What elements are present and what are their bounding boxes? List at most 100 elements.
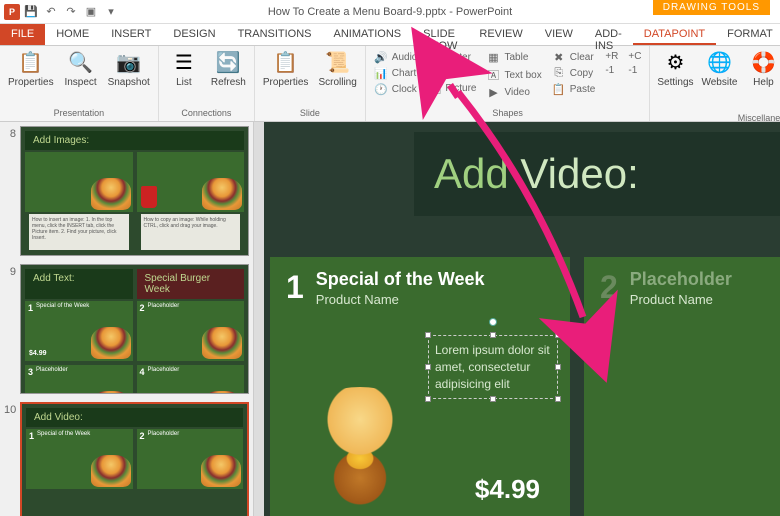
save-icon[interactable]: 💾 [22, 3, 40, 21]
refresh-button[interactable]: 🔄Refresh [207, 48, 250, 90]
tab-slideshow[interactable]: SLIDE SHOW [412, 24, 468, 45]
clear-icon: ✖ [552, 51, 566, 64]
add-col-button[interactable]: +C [624, 50, 645, 63]
meter-button[interactable]: ◔Meter [423, 50, 480, 64]
thumbnail-10[interactable]: 10 Add Video: 1Special of the Week 2Plac… [4, 402, 249, 516]
list-icon: ☰ [175, 50, 193, 75]
table-button[interactable]: ▦Table [483, 50, 546, 65]
meter-icon: ◔ [427, 51, 441, 63]
slide-thumbnails: 8 Add Images: How to insert an image: 1.… [0, 122, 254, 516]
table-icon: ▦ [487, 51, 501, 64]
minus-one-button[interactable]: -1 [601, 64, 622, 77]
tab-animations[interactable]: ANIMATIONS [323, 24, 413, 45]
video-button[interactable]: ▶Video [483, 85, 546, 100]
ribbon-tabs: FILE HOME INSERT DESIGN TRANSITIONS ANIM… [0, 24, 780, 46]
thumb-number: 10 [4, 402, 16, 516]
website-button[interactable]: 🌐Website [698, 48, 740, 90]
clear-button[interactable]: ✖Clear [548, 50, 600, 65]
picture-button[interactable]: 🖼Picture [423, 81, 480, 96]
thumbnail-9[interactable]: 9 Add Text:Special Burger Week 1Special … [4, 264, 249, 394]
audio-button[interactable]: 🔊Audio [370, 50, 422, 65]
inspect-icon: 🔍 [68, 50, 93, 75]
resize-handle[interactable] [555, 396, 561, 402]
slideshow-icon[interactable]: ▣ [82, 3, 100, 21]
paste-icon: 📋 [552, 83, 566, 96]
rotate-handle[interactable] [489, 318, 497, 326]
tab-datapoint[interactable]: DATAPOINT [633, 24, 716, 45]
qat-more-icon[interactable]: ▾ [102, 3, 120, 21]
card-number: 1 [286, 269, 304, 306]
undo-icon[interactable]: ↶ [42, 3, 60, 21]
inspect-button[interactable]: 🔍Inspect [60, 48, 102, 90]
clock-button[interactable]: 🕐Clock [370, 82, 422, 97]
thumb-title: Add Images: [25, 131, 244, 150]
chart-button[interactable]: 📊Chart [370, 66, 422, 81]
slide-properties-button[interactable]: 📋Properties [259, 48, 313, 90]
slide-title[interactable]: Add Video: [414, 132, 780, 216]
resize-handle[interactable] [490, 332, 496, 338]
ribbon: 📋Properties 🔍Inspect 📷Snapshot Presentat… [0, 46, 780, 122]
add-row-button[interactable]: +R [601, 50, 622, 63]
tab-design[interactable]: DESIGN [162, 24, 226, 45]
selected-textbox[interactable]: Lorem ipsum dolor sit amet, consectetur … [428, 335, 558, 399]
copy-button[interactable]: ⎘Copy [548, 66, 600, 81]
minus-one-button[interactable]: -1 [624, 64, 645, 77]
group-misc: ⚙Settings 🌐Website 🛟Help ⟳Check for upda… [650, 46, 780, 121]
copy-icon: ⎘ [552, 67, 566, 80]
tab-file[interactable]: FILE [0, 24, 45, 45]
paste-button[interactable]: 📋Paste [548, 82, 600, 97]
tab-home[interactable]: HOME [45, 24, 100, 45]
list-button[interactable]: ☰List [163, 48, 205, 90]
chart-icon: 📊 [374, 67, 388, 80]
tab-view[interactable]: VIEW [534, 24, 584, 45]
blank-button[interactable] [601, 78, 622, 80]
thumbnail-8[interactable]: 8 Add Images: How to insert an image: 1.… [4, 126, 249, 256]
settings-button[interactable]: ⚙Settings [654, 48, 696, 90]
quick-access-toolbar: P 💾 ↶ ↷ ▣ ▾ [0, 3, 124, 21]
help-button[interactable]: 🛟Help [742, 48, 780, 90]
resize-handle[interactable] [425, 396, 431, 402]
tab-review[interactable]: REVIEW [468, 24, 533, 45]
resize-handle[interactable] [490, 396, 496, 402]
tab-addins[interactable]: ADD-INS [584, 24, 633, 45]
burger-image [270, 387, 450, 516]
properties-button[interactable]: 📋Properties [4, 48, 58, 90]
window-title: How To Create a Menu Board-9.pptx - Powe… [268, 6, 512, 18]
refresh-icon: 🔄 [216, 50, 241, 75]
card-number: 2 [600, 269, 618, 306]
thumb-title: Add Text: [25, 269, 133, 299]
tab-format[interactable]: FORMAT [716, 24, 780, 45]
slide-canvas[interactable]: Add Video: 1 Special of the Week Product… [254, 122, 780, 516]
resize-handle[interactable] [555, 332, 561, 338]
resize-handle[interactable] [425, 364, 431, 370]
thumb-title: Special Burger Week [137, 269, 245, 299]
group-connections: ☰List 🔄Refresh Connections [159, 46, 255, 121]
burger-image [744, 387, 780, 516]
group-label: Connections [163, 107, 250, 119]
card-title: Placeholder [630, 269, 780, 290]
globe-icon: 🌐 [707, 50, 732, 75]
thumb-help-text: How to insert an image: 1. In the top me… [29, 214, 129, 250]
menu-card-1[interactable]: 1 Special of the Week Product Name Lorem… [270, 257, 570, 516]
group-label: Presentation [4, 107, 154, 119]
resize-handle[interactable] [555, 364, 561, 370]
tab-transitions[interactable]: TRANSITIONS [227, 24, 323, 45]
object-button[interactable]: ▢Object [423, 65, 480, 80]
thumb-number: 9 [4, 264, 16, 394]
redo-icon[interactable]: ↷ [62, 3, 80, 21]
textbox-button[interactable]: 🄰Text box [483, 66, 546, 84]
card-subtitle: Product Name [630, 292, 780, 307]
menu-card-2[interactable]: 2 Placeholder Product Name [584, 257, 780, 516]
object-icon: ▢ [427, 66, 441, 79]
card-subtitle: Product Name [316, 292, 554, 307]
picture-icon: 🖼 [427, 82, 441, 95]
slide: Add Video: 1 Special of the Week Product… [264, 122, 780, 516]
group-shapes: 🔊Audio 📊Chart 🕐Clock ◔Meter ▢Object 🖼Pic… [366, 46, 651, 121]
scrolling-button[interactable]: 📜Scrolling [314, 48, 360, 90]
card-title: Special of the Week [316, 269, 554, 290]
thumb-title: Add Video: [26, 408, 243, 427]
tab-insert[interactable]: INSERT [100, 24, 162, 45]
resize-handle[interactable] [425, 332, 431, 338]
price: $4.99 [475, 474, 540, 505]
snapshot-button[interactable]: 📷Snapshot [104, 48, 154, 90]
